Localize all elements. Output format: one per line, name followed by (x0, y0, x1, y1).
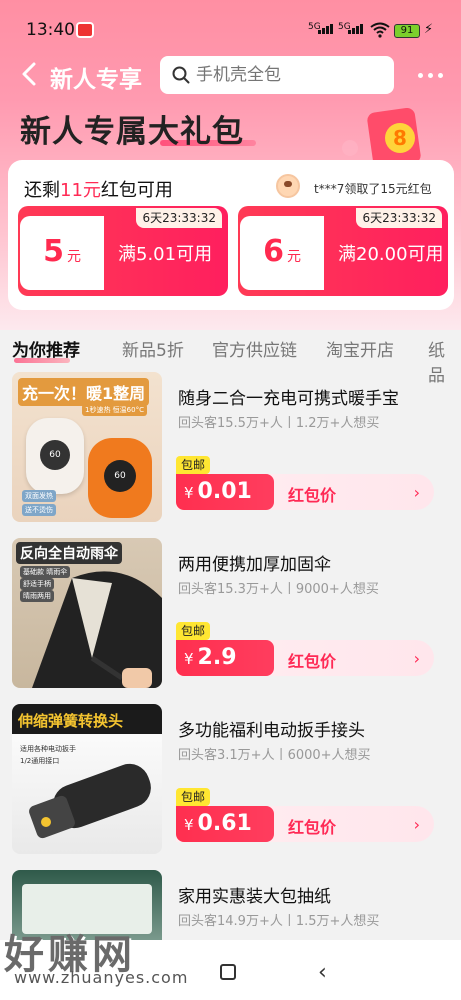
status-time: 13:40 (26, 20, 75, 40)
free-shipping-tag: 包邮 (176, 456, 211, 474)
red-packet-label: 红包价 (288, 652, 337, 671)
remain-suffix: 红包可用 (100, 180, 173, 201)
search-box[interactable] (160, 56, 394, 94)
red-packet-price-button[interactable]: ¥0.61 红包价 › (176, 806, 434, 842)
more-dot-icon (417, 72, 423, 78)
svg-text:8: 8 (393, 126, 407, 150)
red-packet-price-button[interactable]: ¥0.01 红包价 › (176, 474, 434, 510)
image-headline: 充一次！暖1整周 (18, 378, 150, 406)
battery-icon: 91 (394, 24, 420, 38)
free-shipping-tag: 包邮 (176, 788, 211, 806)
red-packet-label: 红包价 (288, 818, 337, 837)
currency-symbol: ¥ (184, 816, 194, 834)
coupon-condition: 满20.00可用 (338, 244, 444, 265)
charging-icon: ⚡ (424, 22, 434, 37)
product-card[interactable]: 反向全自动雨伞 基础款 晴雨伞 舒适手柄 晴雨两用 两用便携加厚加固伞 回头客1… (0, 538, 461, 698)
product-stats: 回头客15.5万+人丨1.2万+人想买 (178, 416, 380, 431)
banner-title: 新人专属大礼包 (20, 114, 244, 150)
product-image: 充一次！暖1整周 1秒速热 恒温60°C 60 60 双面发热 送不烫伤 (12, 372, 162, 522)
search-icon (172, 66, 190, 84)
chevron-left-icon (22, 62, 36, 86)
product-card[interactable]: 充一次！暖1整周 1秒速热 恒温60°C 60 60 双面发热 送不烫伤 随身二… (0, 372, 461, 532)
back-button[interactable] (16, 58, 46, 90)
avatar (276, 174, 300, 198)
product-stats: 回头客3.1万+人丨6000+人想买 (178, 748, 371, 763)
image-chip: 送不烫伤 (22, 504, 56, 516)
coupon-value-box: 5元 (20, 216, 104, 290)
price-row[interactable]: 包邮 ¥0.61 红包价 › (176, 788, 434, 844)
coupon-value-box: 6元 (240, 216, 324, 290)
product-title: 家用实惠装大包抽纸 (178, 887, 331, 907)
remain-amount: 11元 (60, 180, 101, 201)
price-box: ¥0.61 (176, 806, 274, 842)
tab-official-supply[interactable]: 官方供应链 (212, 336, 297, 361)
system-back-button[interactable]: ‹ (318, 960, 327, 985)
product-price: 0.01 (197, 479, 252, 504)
warmer-display: 60 (104, 460, 136, 492)
coupon-1[interactable]: 5元 满5.01可用 6天23:33:32 (18, 206, 228, 296)
coupon-value: 5 (43, 234, 64, 269)
chevron-right-icon: › (413, 649, 420, 668)
wifi-icon (370, 22, 390, 38)
product-price: 2.9 (197, 645, 237, 670)
coupon-value: 6 (263, 234, 284, 269)
coupon-card: 还剩11元红包可用 t***7领取了15元红包 5元 满5.01可用 6天23:… (8, 160, 454, 310)
socket-adapter-icon (29, 763, 151, 839)
hand-warmer-white: 60 (26, 418, 84, 494)
hand-warmer-orange: 60 (88, 438, 152, 518)
more-dot-icon (427, 72, 433, 78)
coupon-timer: 6天23:33:32 (356, 208, 442, 228)
product-title: 两用便携加厚加固伞 (178, 555, 331, 575)
notification-app-icon (76, 22, 94, 38)
category-tabs: 为你推荐 新品5折 官方供应链 淘宝开店 纸品 (0, 330, 461, 386)
coupon-timer: 6天23:33:32 (136, 208, 222, 228)
red-packet-price-button[interactable]: ¥2.9 红包价 › (176, 640, 434, 676)
search-input[interactable] (196, 65, 376, 85)
warmer-display: 60 (40, 440, 70, 470)
product-stats: 回头客14.9万+人丨1.5万+人想买 (178, 914, 380, 929)
price-row[interactable]: 包邮 ¥2.9 红包价 › (176, 622, 434, 678)
product-image: 反向全自动雨伞 基础款 晴雨伞 舒适手柄 晴雨两用 (12, 538, 162, 688)
remain-prefix: 还剩 (24, 180, 60, 201)
currency-symbol: ¥ (184, 650, 194, 668)
currency-symbol: ¥ (184, 484, 194, 502)
chevron-right-icon: › (413, 815, 420, 834)
free-shipping-tag: 包邮 (176, 622, 211, 640)
signal-icon (318, 24, 333, 34)
image-chip: 双面发热 (22, 490, 56, 502)
status-bar: 13:40 5G 5G 91 ⚡ (0, 0, 461, 56)
remaining-coupons-text: 还剩11元红包可用 (24, 176, 173, 202)
page-title: 新人专享 (50, 67, 142, 93)
signal-icon-2 (348, 24, 363, 34)
red-packet-label: 红包价 (288, 486, 337, 505)
image-subline: 1秒速热 恒温60°C (82, 404, 147, 416)
umbrella-icon (32, 571, 162, 688)
product-title: 随身二合一充电可携式暖手宝 (178, 389, 399, 409)
product-card[interactable]: 伸缩弹簧转换头 适用各种电动扳手 1/2通用接口 多功能福利电动扳手接头 回头客… (0, 704, 461, 864)
more-dot-icon (437, 72, 443, 78)
coupon-unit: 元 (66, 249, 81, 265)
coupon-condition: 满5.01可用 (118, 244, 213, 265)
product-stats: 回头客15.3万+人丨9000+人想买 (178, 582, 379, 597)
red-envelope-icon: 8 (342, 108, 421, 168)
price-box: ¥2.9 (176, 640, 274, 676)
tab-recommend[interactable]: 为你推荐 (12, 336, 80, 361)
product-price: 0.61 (197, 811, 252, 836)
tab-new-products[interactable]: 新品5折 (122, 336, 184, 361)
watermark-url: www.zhuanyes.com (14, 968, 189, 987)
chevron-right-icon: › (413, 483, 420, 502)
claim-notice: t***7领取了15元红包 (314, 182, 432, 196)
product-image: 伸缩弹簧转换头 适用各种电动扳手 1/2通用接口 (12, 704, 162, 854)
coupon-unit: 元 (286, 249, 301, 265)
price-row[interactable]: 包邮 ¥0.01 红包价 › (176, 456, 434, 512)
product-title: 多功能福利电动扳手接头 (178, 721, 365, 741)
coupon-2[interactable]: 6元 满20.00可用 6天23:33:32 (238, 206, 448, 296)
tab-taobao-store[interactable]: 淘宝开店 (326, 336, 394, 361)
home-button[interactable] (220, 964, 236, 980)
price-box: ¥0.01 (176, 474, 274, 510)
more-button[interactable] (412, 62, 448, 88)
